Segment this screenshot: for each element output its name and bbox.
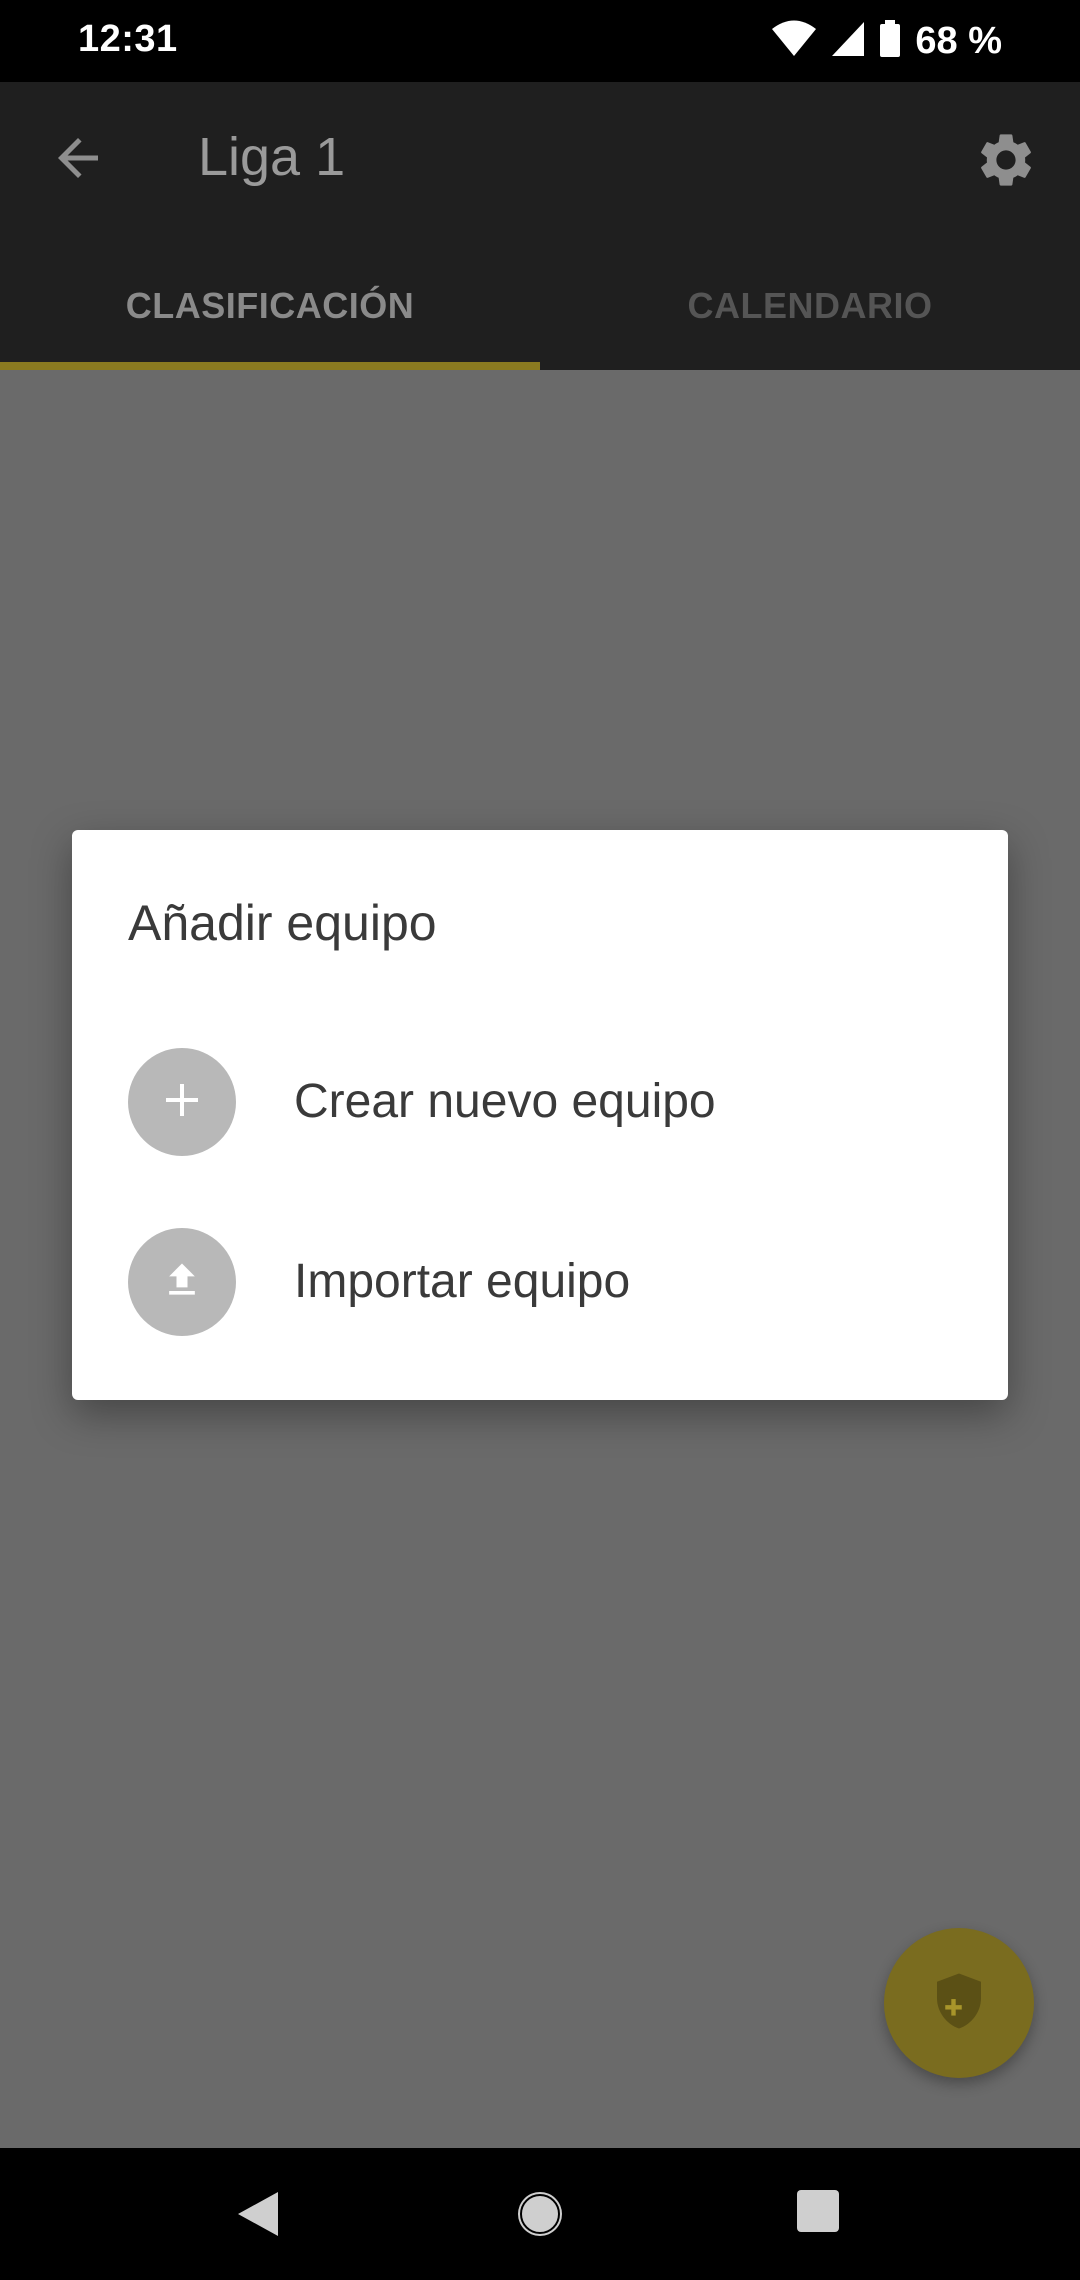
import-team-option[interactable]: Importar equipo	[72, 1204, 1008, 1364]
battery-percentage: 68 %	[915, 19, 1002, 62]
nav-back-button[interactable]	[232, 2188, 284, 2240]
page-title: Liga 1	[198, 127, 346, 187]
status-bar: 12:31 68 %	[0, 0, 1080, 82]
add-team-fab[interactable]	[884, 1928, 1034, 2078]
screen: 12:31 68 % Liga 1 CLASIFICACIÓN CALENDAR…	[0, 0, 1080, 2280]
back-button[interactable]	[48, 128, 108, 188]
status-icons: 68 %	[771, 16, 1002, 66]
create-team-icon-circle	[128, 1048, 236, 1156]
create-team-option[interactable]: Crear nuevo equipo	[72, 1024, 1008, 1184]
app-bar: Liga 1	[0, 82, 1080, 242]
import-team-icon-circle	[128, 1228, 236, 1336]
gear-icon	[974, 134, 1038, 196]
tab-indicator	[0, 362, 540, 370]
nav-back-icon	[232, 2192, 284, 2244]
arrow-back-icon	[48, 138, 108, 192]
signal-icon	[831, 21, 865, 62]
tab-clasificacion[interactable]: CLASIFICACIÓN	[0, 242, 540, 370]
shield-plus-icon	[926, 1968, 992, 2039]
plus-icon	[162, 1080, 202, 1125]
import-team-label: Importar equipo	[294, 1255, 631, 1308]
tab-calendario[interactable]: CALENDARIO	[540, 242, 1080, 370]
status-time: 12:31	[78, 18, 178, 60]
battery-icon	[879, 19, 901, 63]
wifi-icon	[771, 20, 817, 63]
tab-bar: CLASIFICACIÓN CALENDARIO	[0, 242, 1080, 370]
add-team-dialog: Añadir equipo Crear nuevo equipo Importa…	[72, 830, 1008, 1400]
nav-recents-icon[interactable]	[797, 2190, 839, 2232]
system-nav-bar	[0, 2148, 1080, 2280]
nav-home-button[interactable]	[514, 2188, 566, 2240]
create-team-label: Crear nuevo equipo	[294, 1075, 716, 1128]
settings-button[interactable]	[974, 128, 1038, 192]
dialog-title: Añadir equipo	[128, 895, 437, 951]
nav-home-icon	[514, 2192, 566, 2244]
upload-icon	[160, 1258, 204, 1307]
